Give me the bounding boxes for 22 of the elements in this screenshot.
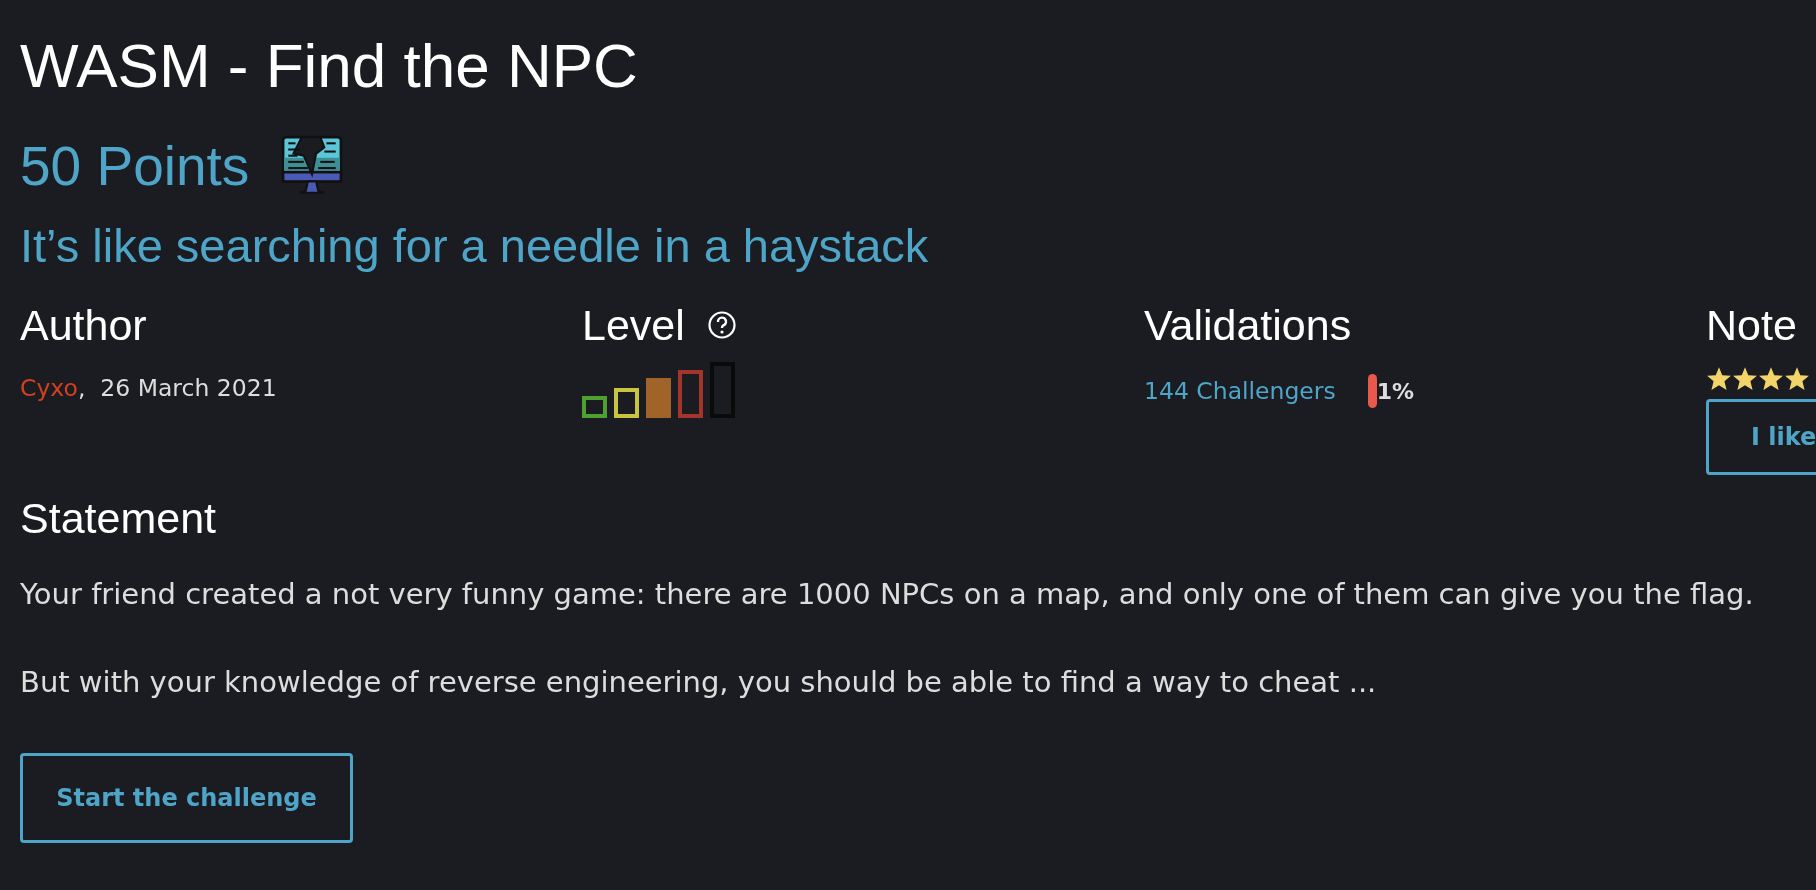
column-heading: Validations: [1144, 300, 1353, 350]
statement-paragraph: But with your knowledge of reverse engineering, you should be able to find a way to cheat ...: [20, 664, 1378, 701]
challenge-subtitle: It’s like searching for a needle in a haystack: [20, 218, 930, 274]
section-heading: Statement: [20, 493, 217, 543]
validation-rate: 1%: [1376, 378, 1415, 404]
statement-paragraph: Your friend created a not very funny game: there are 1000 NPCs on a map, and only one of them can give you the flag.: [20, 576, 1755, 613]
author-link[interactable]: Cyxo: [20, 374, 78, 402]
star-icon: [1732, 366, 1758, 391]
star-icon: [1758, 366, 1784, 391]
challenge-title: WASM - Find the NPC: [20, 30, 639, 102]
column-heading: Author: [20, 300, 148, 350]
star-icon: [1784, 366, 1810, 391]
points-value: 50 Points: [20, 134, 250, 198]
start-challenge-button[interactable]: Start the challenge: [20, 753, 353, 843]
validation-rate-marker: [1367, 374, 1377, 408]
column-heading: Level: [582, 300, 685, 350]
publish-date: , 26 March 2021: [77, 374, 277, 402]
like-button[interactable]: I like: [1706, 399, 1816, 475]
star-icon: [1706, 366, 1732, 391]
column-heading: Note: [1706, 300, 1798, 350]
challengers-link[interactable]: 144 Challengers: [1144, 377, 1336, 405]
help-icon[interactable]: [706, 310, 737, 340]
